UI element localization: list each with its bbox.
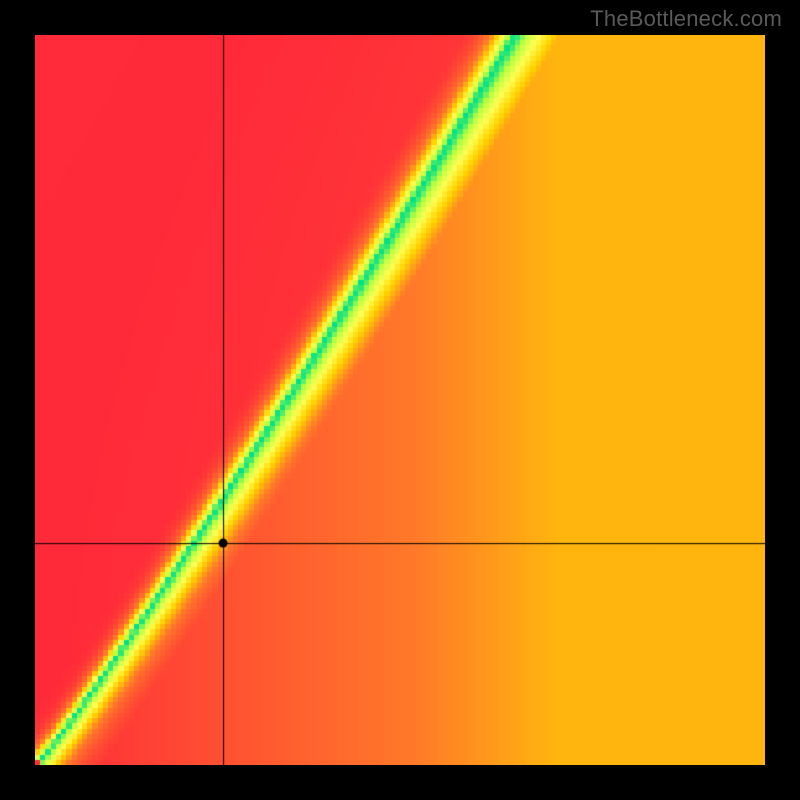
chart-container: TheBottleneck.com [0,0,800,800]
heatmap-plot [35,35,765,765]
watermark-text: TheBottleneck.com [590,6,782,32]
heatmap-canvas [35,35,765,765]
